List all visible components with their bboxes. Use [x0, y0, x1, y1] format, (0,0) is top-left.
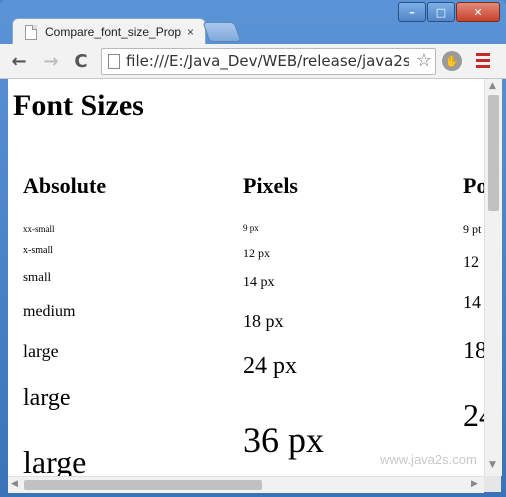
watermark: www.java2s.com — [380, 452, 477, 467]
horizontal-scroll-thumb[interactable] — [24, 480, 262, 490]
list-item: 9 px — [243, 223, 259, 233]
menu-icon[interactable] — [476, 53, 490, 71]
list-item: 12 px — [243, 246, 270, 260]
column-heading: Po — [463, 173, 484, 198]
star-icon[interactable]: ☆ — [416, 50, 432, 71]
active-tab[interactable]: Compare_font_size_Prope × — [12, 18, 206, 45]
page-content: Font Sizes Absolute xx-small x-small sma… — [8, 79, 484, 476]
list-item: large — [23, 341, 59, 361]
scroll-right-icon[interactable]: ▶ — [471, 479, 478, 489]
minimize-icon[interactable]: – — [398, 2, 426, 22]
page-icon — [108, 54, 120, 69]
address-bar[interactable]: file:///E:/Java_Dev/WEB/release/java2sID… — [101, 48, 436, 75]
vertical-scroll-thumb[interactable] — [488, 95, 499, 211]
list-item: 24 px — [243, 353, 297, 379]
column-heading: Absolute — [23, 173, 107, 198]
list-item: medium — [23, 303, 76, 320]
list-item: xx-small — [23, 224, 55, 234]
column-pixels: Pixels — [243, 173, 298, 199]
toolbar: ← → C file:///E:/Java_Dev/WEB/release/ja… — [0, 44, 506, 79]
new-tab-button[interactable] — [202, 22, 242, 42]
tab-title: Compare_font_size_Prope — [45, 25, 181, 39]
page-icon — [25, 24, 37, 40]
forward-button[interactable]: → — [40, 50, 62, 72]
maximize-icon[interactable]: □ — [427, 2, 455, 22]
list-item: large — [23, 385, 71, 411]
url-text: file:///E:/Java_Dev/WEB/release/java2sID… — [126, 52, 409, 70]
window-controls: – □ ✕ — [398, 2, 500, 22]
back-button[interactable]: ← — [8, 50, 30, 72]
list-item: 12 — [463, 254, 479, 271]
scroll-up-icon[interactable]: ▲ — [489, 81, 496, 91]
reload-button[interactable]: C — [70, 50, 92, 72]
list-item: small — [23, 269, 52, 284]
extension-icon[interactable]: ✋ — [442, 51, 462, 71]
close-icon[interactable]: ✕ — [456, 2, 500, 22]
list-item: 14 — [463, 292, 481, 312]
list-item: 24 — [463, 397, 484, 433]
list-item: 9 pt — [463, 222, 482, 236]
list-item: x-small — [23, 245, 53, 256]
list-item: 14 px — [243, 275, 275, 290]
scroll-left-icon[interactable]: ◀ — [11, 479, 18, 489]
scroll-corner — [484, 476, 501, 492]
page-title: Font Sizes — [13, 89, 144, 122]
tab-close-icon[interactable]: × — [187, 25, 194, 39]
column-heading: Pixels — [243, 173, 298, 198]
horizontal-scrollbar[interactable]: ◀ ▶ — [8, 476, 484, 493]
list-item: large — [23, 444, 87, 476]
column-absolute: Absolute — [23, 173, 106, 199]
list-item: 18 px — [243, 311, 284, 331]
list-item: 18 — [463, 338, 484, 364]
list-item: 36 px — [243, 420, 324, 460]
vertical-scrollbar[interactable]: ▲ ▼ — [484, 79, 502, 476]
column-points: Po — [463, 173, 484, 199]
scroll-down-icon[interactable]: ▼ — [489, 460, 496, 470]
